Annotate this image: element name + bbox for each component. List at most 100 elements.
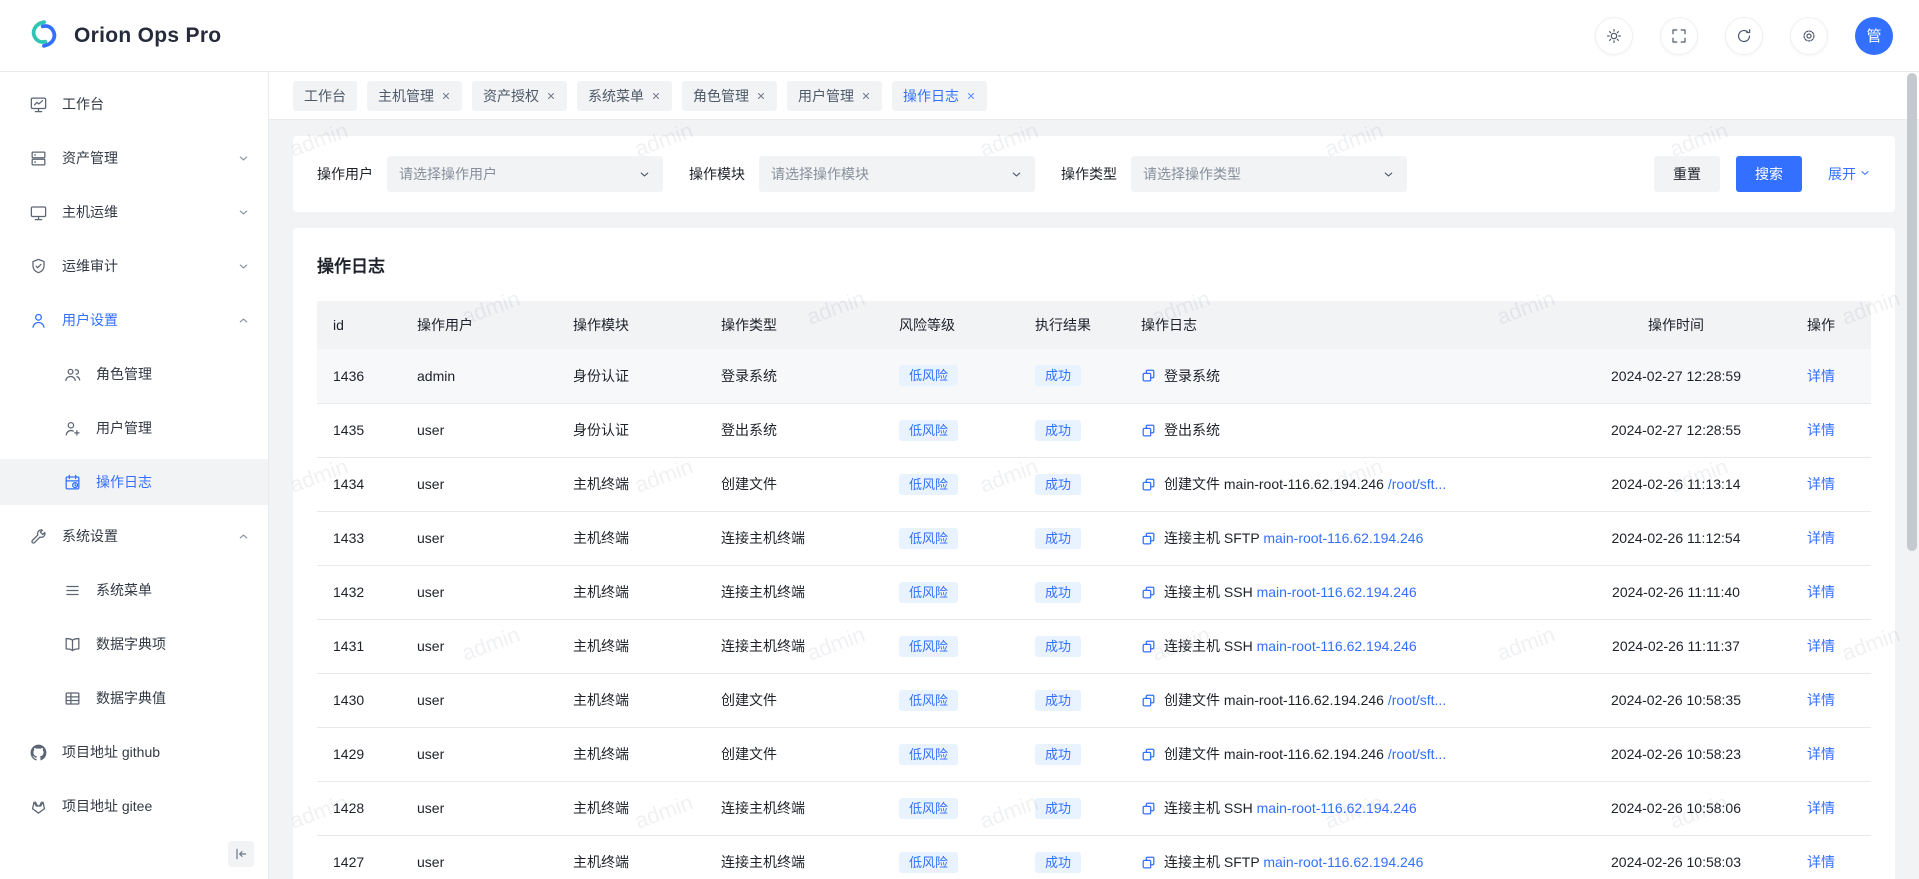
- sidebar-item-3[interactable]: 运维审计: [0, 243, 268, 289]
- table-cell: 成功: [1019, 781, 1125, 835]
- sidebar-item-label: 用户管理: [96, 418, 152, 438]
- risk-badge: 低风险: [899, 420, 958, 441]
- sidebar-item-9[interactable]: 系统菜单: [0, 567, 268, 613]
- filter-label-type: 操作类型: [1061, 164, 1117, 184]
- tab-5[interactable]: 用户管理: [787, 81, 882, 111]
- table-cell: 连接主机终端: [705, 511, 883, 565]
- sidebar-item-13[interactable]: 项目地址 gitee: [0, 783, 268, 829]
- fullscreen-icon[interactable]: [1660, 17, 1698, 55]
- sidebar-item-label: 主机运维: [62, 202, 118, 222]
- result-badge: 成功: [1035, 690, 1081, 711]
- sidebar-item-0[interactable]: 工作台: [0, 81, 268, 127]
- copy-icon[interactable]: [1141, 531, 1156, 546]
- copy-icon[interactable]: [1141, 855, 1156, 870]
- tab-label: 主机管理: [378, 86, 434, 106]
- detail-link[interactable]: 详情: [1807, 584, 1835, 600]
- tab-2[interactable]: 资产授权: [472, 81, 567, 111]
- header-actions: 管: [1595, 17, 1893, 55]
- copy-icon[interactable]: [1141, 477, 1156, 492]
- log-link[interactable]: main-root-116.62.194.246: [1257, 800, 1417, 816]
- table-cell: user: [401, 781, 557, 835]
- log-link[interactable]: /root/sft...: [1388, 746, 1446, 762]
- tab-6[interactable]: 操作日志: [892, 81, 987, 111]
- close-icon[interactable]: [966, 91, 976, 101]
- detail-link[interactable]: 详情: [1807, 692, 1835, 708]
- sidebar-item-7[interactable]: 操作日志: [0, 459, 268, 505]
- sidebar-item-6[interactable]: 用户管理: [0, 405, 268, 451]
- log-text: 连接主机 SFTP main-root-116.62.194.246: [1164, 852, 1423, 872]
- sidebar-item-2[interactable]: 主机运维: [0, 189, 268, 235]
- expand-toggle[interactable]: 展开: [1828, 164, 1871, 184]
- sidebar: 工作台资产管理主机运维运维审计用户设置角色管理用户管理操作日志系统设置系统菜单数…: [0, 72, 269, 879]
- detail-link[interactable]: 详情: [1807, 530, 1835, 546]
- tab-3[interactable]: 系统菜单: [577, 81, 672, 111]
- time-cell: 2024-02-26 10:58:23: [1561, 727, 1791, 781]
- log-link[interactable]: /root/sft...: [1388, 476, 1446, 492]
- result-badge: 成功: [1035, 420, 1081, 441]
- result-badge: 成功: [1035, 852, 1081, 873]
- result-badge: 成功: [1035, 365, 1081, 386]
- sidebar-item-4[interactable]: 用户设置: [0, 297, 268, 343]
- log-text: 连接主机 SSH main-root-116.62.194.246: [1164, 582, 1417, 602]
- filter-select-module[interactable]: 请选择操作模块: [759, 156, 1035, 192]
- reset-button[interactable]: 重置: [1654, 156, 1720, 192]
- tab-4[interactable]: 角色管理: [682, 81, 777, 111]
- tab-label: 操作日志: [903, 86, 959, 106]
- close-icon[interactable]: [546, 91, 556, 101]
- expand-label: 展开: [1828, 164, 1856, 184]
- copy-icon[interactable]: [1141, 585, 1156, 600]
- tab-1[interactable]: 主机管理: [367, 81, 462, 111]
- log-link[interactable]: main-root-116.62.194.246: [1257, 638, 1417, 654]
- sidebar-item-11[interactable]: 数据字典值: [0, 675, 268, 721]
- sidebar-collapse-button[interactable]: [228, 841, 254, 867]
- sidebar-item-8[interactable]: 系统设置: [0, 513, 268, 559]
- close-icon[interactable]: [651, 91, 661, 101]
- log-link[interactable]: main-root-116.62.194.246: [1257, 584, 1417, 600]
- detail-link[interactable]: 详情: [1807, 422, 1835, 438]
- detail-link[interactable]: 详情: [1807, 746, 1835, 762]
- filter-select-user[interactable]: 请选择操作用户: [387, 156, 663, 192]
- log-text: 创建文件 main-root-116.62.194.246 /root/sft.…: [1164, 474, 1446, 494]
- search-button[interactable]: 搜索: [1736, 156, 1802, 192]
- sidebar-item-5[interactable]: 角色管理: [0, 351, 268, 397]
- settings-icon[interactable]: [1790, 17, 1828, 55]
- detail-link[interactable]: 详情: [1807, 854, 1835, 870]
- copy-icon[interactable]: [1141, 368, 1156, 383]
- detail-link[interactable]: 详情: [1807, 368, 1835, 384]
- log-link[interactable]: main-root-116.62.194.246: [1263, 530, 1423, 546]
- copy-icon[interactable]: [1141, 423, 1156, 438]
- close-icon[interactable]: [756, 91, 766, 101]
- theme-icon[interactable]: [1595, 17, 1633, 55]
- time-cell: 2024-02-27 12:28:55: [1561, 403, 1791, 457]
- system-menu-icon: [62, 581, 82, 600]
- copy-icon[interactable]: [1141, 693, 1156, 708]
- copy-icon[interactable]: [1141, 747, 1156, 762]
- sidebar-item-12[interactable]: 项目地址 github: [0, 729, 268, 775]
- table-cell: 主机终端: [557, 565, 705, 619]
- log-cell: 连接主机 SFTP main-root-116.62.194.246: [1125, 511, 1561, 565]
- close-icon[interactable]: [441, 91, 451, 101]
- filter-select-type[interactable]: 请选择操作类型: [1131, 156, 1407, 192]
- log-link[interactable]: main-root-116.62.194.246: [1263, 854, 1423, 870]
- sidebar-item-label: 角色管理: [96, 364, 152, 384]
- avatar[interactable]: 管: [1855, 17, 1893, 55]
- sidebar-item-10[interactable]: 数据字典项: [0, 621, 268, 667]
- close-icon[interactable]: [861, 91, 871, 101]
- log-text: 创建文件 main-root-116.62.194.246 /root/sft.…: [1164, 744, 1446, 764]
- scrollbar-thumb[interactable]: [1907, 73, 1917, 551]
- chevron-down-icon: [237, 260, 250, 273]
- dict-value-icon: [62, 689, 82, 708]
- sidebar-item-1[interactable]: 资产管理: [0, 135, 268, 181]
- log-link[interactable]: /root/sft...: [1388, 692, 1446, 708]
- table-row: 1428user主机终端连接主机终端低风险成功连接主机 SSH main-roo…: [317, 781, 1871, 835]
- detail-link[interactable]: 详情: [1807, 476, 1835, 492]
- table-cell: 1427: [317, 835, 401, 879]
- chevron-down-icon: [1859, 166, 1871, 182]
- detail-link[interactable]: 详情: [1807, 638, 1835, 654]
- refresh-icon[interactable]: [1725, 17, 1763, 55]
- chevron-down-icon: [638, 168, 651, 181]
- tab-0[interactable]: 工作台: [293, 81, 357, 111]
- copy-icon[interactable]: [1141, 639, 1156, 654]
- detail-link[interactable]: 详情: [1807, 800, 1835, 816]
- copy-icon[interactable]: [1141, 801, 1156, 816]
